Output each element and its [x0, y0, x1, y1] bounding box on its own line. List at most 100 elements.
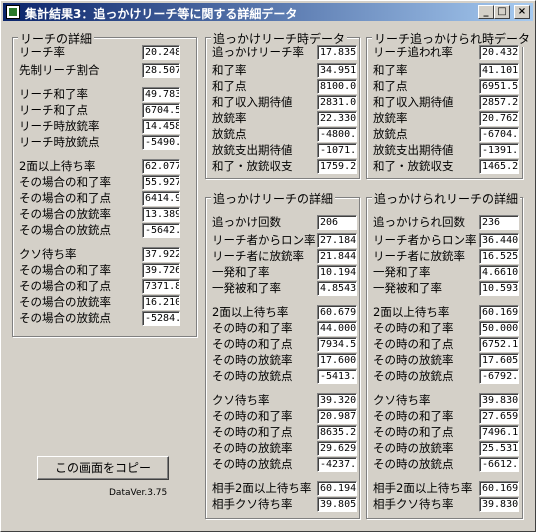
value-field[interactable]: 29.6296 [317, 441, 357, 456]
chased-detail-title: 追っかけられリーチの詳細 [372, 190, 521, 207]
value-field[interactable]: 17.6056 [479, 353, 519, 368]
value-field[interactable]: 16.5254 [479, 249, 519, 264]
close-button[interactable]: × [514, 5, 530, 19]
value-field[interactable]: 37.9220 [142, 247, 180, 262]
value-field[interactable]: 62.0779 [142, 159, 180, 174]
row-label: リーチ者からロン率 [212, 233, 316, 247]
value-field[interactable]: 6704.52 [142, 103, 180, 118]
value-field[interactable]: -5490.4 [142, 135, 180, 150]
value-field[interactable]: 8100.00 [317, 79, 357, 94]
row-label: その時の放銃点 [373, 369, 454, 383]
value-field[interactable]: 7496.15 [479, 425, 519, 440]
value-field[interactable]: 6951.54 [479, 79, 519, 94]
value-field[interactable]: 25.5319 [479, 441, 519, 456]
value-field[interactable]: 39.7260 [142, 263, 180, 278]
value-field[interactable]: -5284.5 [142, 311, 180, 326]
value-field[interactable]: 4.66101 [479, 265, 519, 280]
row-label: その場合の放銃点 [19, 311, 111, 325]
value-field[interactable]: 20.7627 [479, 111, 519, 126]
value-field[interactable]: 8635.29 [317, 425, 357, 440]
value-field[interactable]: 2857.20 [479, 95, 519, 110]
value-field[interactable]: 13.3891 [142, 207, 180, 222]
value-field[interactable]: -6792.0 [479, 369, 519, 384]
value-field[interactable]: 34.9514 [317, 63, 357, 78]
value-field[interactable]: 39.8305 [479, 393, 519, 408]
value-field[interactable]: 1465.25 [479, 159, 519, 174]
value-field[interactable]: 17.8354 [317, 45, 357, 60]
value-field[interactable]: 22.3300 [317, 111, 357, 126]
value-field[interactable]: 60.1694 [479, 481, 519, 496]
value-field[interactable]: 10.1941 [317, 265, 357, 280]
value-field[interactable]: 20.2489 [142, 45, 180, 60]
row-label: 相手2面以上待ち率 [373, 481, 473, 495]
value-field[interactable]: 60.1694 [479, 305, 519, 320]
value-field[interactable]: 206 [317, 215, 357, 230]
value-field[interactable]: 39.8058 [317, 497, 357, 512]
row-label: その時の和了率 [373, 321, 454, 335]
value-field[interactable]: -5642.7 [142, 223, 180, 238]
copy-screen-button[interactable]: この画面をコピー [37, 456, 169, 480]
row-label: リーチ者に放銃率 [212, 249, 304, 263]
value-field[interactable]: 36.4406 [479, 233, 519, 248]
value-field[interactable]: 17.6000 [317, 353, 357, 368]
value-field[interactable]: 236 [479, 215, 519, 230]
row-label: リーチ率 [19, 45, 65, 59]
value-field[interactable]: -4800.0 [317, 127, 357, 142]
value-field[interactable]: 20.9876 [317, 409, 357, 424]
row-label: 放銃点 [373, 127, 408, 141]
value-field[interactable]: 44.0000 [317, 321, 357, 336]
value-field[interactable]: 50.0000 [479, 321, 519, 336]
value-field[interactable]: 49.7835 [142, 87, 180, 102]
row-label: 和了収入期待値 [373, 95, 454, 109]
maximize-button[interactable]: □ [494, 5, 510, 19]
row-label: その場合の和了率 [19, 263, 111, 277]
value-field[interactable]: 39.8305 [479, 497, 519, 512]
value-field[interactable]: 2831.06 [317, 95, 357, 110]
value-field[interactable]: 1759.22 [317, 159, 357, 174]
value-field[interactable]: 27.6595 [479, 409, 519, 424]
value-field[interactable]: 39.3203 [317, 393, 357, 408]
row-label: 2面以上待ち率 [373, 305, 450, 319]
row-label: その時の放銃点 [212, 457, 293, 471]
chase-detail-title: 追っかけリーチの詳細 [211, 190, 336, 207]
row-label: 追っかけられ回数 [373, 215, 465, 229]
row-label: リーチ追われ率 [373, 45, 453, 59]
title-bar[interactable]: 集計結果3：追っかけリーチ等に関する詳細データ _ □ × [3, 3, 533, 21]
value-field[interactable]: -5413.6 [317, 369, 357, 384]
value-field[interactable]: 7371.83 [142, 279, 180, 294]
value-field[interactable]: 16.2100 [142, 295, 180, 310]
row-label: リーチ者からロン率 [373, 233, 477, 247]
row-label: リーチ者に放銃率 [373, 249, 465, 263]
row-label: クソ待ち率 [19, 247, 77, 261]
value-field[interactable]: 6414.96 [142, 191, 180, 206]
value-field[interactable]: 21.8446 [317, 249, 357, 264]
value-field[interactable]: 28.5070 [142, 63, 180, 78]
row-label: その時の放銃点 [212, 369, 293, 383]
row-label: 相手2面以上待ち率 [212, 481, 312, 495]
row-label: その時の和了点 [373, 425, 454, 439]
row-label: その時の放銃率 [212, 353, 293, 367]
value-field[interactable]: 55.9274 [142, 175, 180, 190]
value-field[interactable]: -6612.5 [479, 457, 519, 472]
value-field[interactable]: 27.1844 [317, 233, 357, 248]
value-field[interactable]: 4.85436 [317, 281, 357, 296]
value-field[interactable]: 14.4588 [142, 119, 180, 134]
value-field[interactable]: 20.4329 [479, 45, 519, 60]
row-label: 和了点 [212, 79, 247, 93]
row-label: その時の和了点 [373, 337, 454, 351]
value-field[interactable]: -6704.0 [479, 127, 519, 142]
value-field[interactable]: -4237.5 [317, 457, 357, 472]
value-field[interactable]: -1071.8 [317, 143, 357, 158]
value-field[interactable]: 60.6796 [317, 305, 357, 320]
version-label: DataVer.3.75 [109, 488, 168, 498]
value-field[interactable]: 10.5932 [479, 281, 519, 296]
value-field[interactable]: 41.1016 [479, 63, 519, 78]
row-label: 放銃支出期待値 [373, 143, 454, 157]
value-field[interactable]: 7934.54 [317, 337, 357, 352]
value-field[interactable]: -1391.9 [479, 143, 519, 158]
app-icon [6, 5, 20, 19]
value-field[interactable]: 60.1941 [317, 481, 357, 496]
value-field[interactable]: 6752.11 [479, 337, 519, 352]
row-label: 一発被和了率 [212, 281, 281, 295]
minimize-button[interactable]: _ [478, 5, 494, 19]
